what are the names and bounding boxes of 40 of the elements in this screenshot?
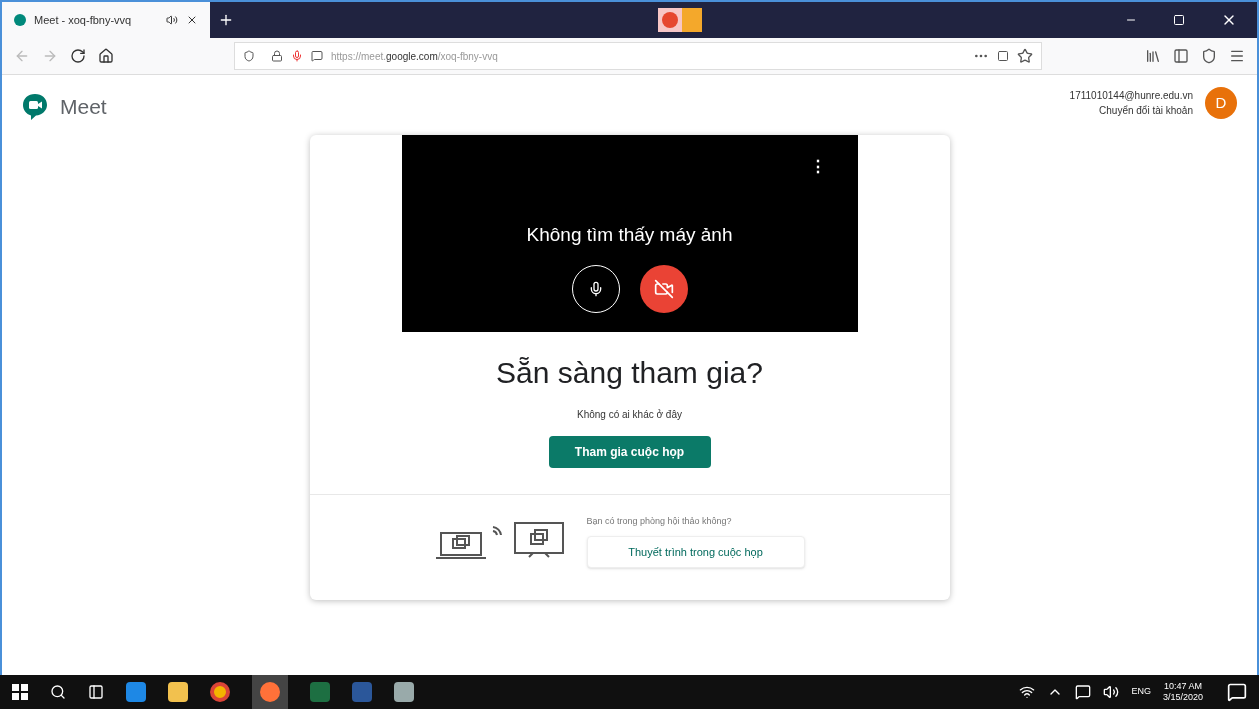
restore-icon: [1173, 14, 1185, 26]
join-button[interactable]: Tham gia cuộc họp: [548, 435, 711, 468]
reload-icon[interactable]: [70, 48, 86, 64]
language-indicator: ENG: [1131, 685, 1151, 699]
bookmark-icon: [1017, 48, 1033, 64]
tab-title: Meet - xoq-fbny-vvq: [34, 12, 133, 28]
new-tab-icon: [218, 12, 234, 28]
start-icon[interactable]: [12, 684, 28, 700]
home-icon[interactable]: [98, 48, 114, 64]
message-icon: [311, 50, 323, 62]
speaker-icon: [166, 14, 178, 26]
library-icon[interactable]: [1145, 48, 1161, 64]
search-icon[interactable]: [50, 684, 66, 700]
clock-date: 3/15/2020: [1162, 692, 1203, 704]
cast-devices-icon: [434, 521, 567, 562]
sidebar-icon[interactable]: [1173, 48, 1189, 64]
join-heading: Sẵn sàng tham gia?: [496, 354, 763, 391]
notifications-icon[interactable]: [1227, 682, 1247, 702]
shield-icon: [243, 50, 255, 62]
microphone-icon: [291, 50, 303, 62]
meet-logo-icon: [22, 92, 48, 121]
more-options-icon[interactable]: ⋮: [809, 154, 826, 179]
switch-account-link[interactable]: Chuyển đổi tài khoản: [1099, 103, 1193, 118]
address-bar[interactable]: https://meet.google.com/xoq-fbny-vvq: [234, 42, 1042, 70]
camera-status: Không tìm thấy máy ảnh: [526, 222, 733, 247]
close-tab-icon: [186, 14, 198, 26]
volume-icon: [1103, 684, 1120, 700]
room-question: Bạn có trong phòng hội thảo không?: [586, 514, 733, 528]
task-view-icon[interactable]: [88, 684, 104, 700]
lock-icon: [271, 50, 283, 62]
camera-button[interactable]: [639, 265, 688, 313]
url-text: https://meet.google.com/xoq-fbny-vvq: [331, 49, 498, 64]
app-name: Meet: [60, 94, 107, 120]
participants-status: Không có ai khác ở đây: [577, 407, 682, 422]
present-button[interactable]: Thuyết trình trong cuộc họp: [586, 536, 805, 568]
clock-time: 10:47 AM: [1163, 680, 1202, 692]
menu-icon[interactable]: [1229, 48, 1245, 64]
browser-tab[interactable]: Meet - xoq-fbny-vvq: [2, 2, 210, 38]
account-email: 1711010144@hunre.edu.vn: [1069, 89, 1193, 103]
camera-off-icon: [653, 279, 674, 299]
